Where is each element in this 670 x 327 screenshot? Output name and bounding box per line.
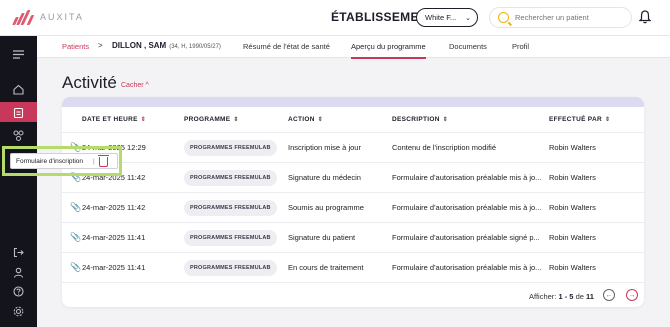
search-icon: [498, 12, 509, 23]
next-page-button[interactable]: →: [626, 289, 638, 301]
patient-meta: (34, H, 1990/05/27): [169, 44, 221, 50]
sidebar-item-network[interactable]: [0, 125, 37, 145]
breadcrumb-separator: >: [98, 41, 103, 50]
sidebar-item-logout[interactable]: [0, 242, 37, 262]
activity-table: DATE ET HEURE ⇕ PROGRAMME ⇕ ACTION ⇕ DESCRI…: [62, 97, 644, 307]
tab-documents[interactable]: Documents: [449, 42, 487, 51]
sidebar-item-profile[interactable]: [0, 262, 37, 282]
sort-icon: ⇕: [233, 116, 239, 123]
sidebar-item-home[interactable]: [0, 79, 37, 99]
clipboard-icon: [13, 107, 24, 118]
sort-icon: ⇕: [317, 116, 324, 123]
cell-action: Signature du patient: [288, 233, 356, 242]
column-header-description[interactable]: DESCRIPTION ⇕: [392, 116, 448, 123]
menu-icon: [13, 49, 24, 59]
sort-icon: ⇕: [140, 116, 147, 123]
pagination-info: Afficher: 1 - 5 de 11: [529, 292, 594, 301]
table-row[interactable]: 📎 24-mar-2025 11:42 PROGRAMMES FREEMULAB…: [62, 162, 644, 192]
chevron-down-icon: ⌄: [465, 14, 471, 22]
breadcrumb-patient-name: DILLON , SAM (34, H, 1990/05/27): [112, 41, 221, 50]
sort-icon: ⇕: [604, 116, 611, 123]
app-logo[interactable]: AUXITA: [12, 9, 84, 25]
paperclip-icon[interactable]: 📎: [70, 202, 81, 213]
top-bar: AUXITA ÉTABLISSEMENT White F... ⌄: [0, 0, 670, 36]
sidebar: [0, 36, 37, 327]
cell-performed-by: Robin Walters: [549, 203, 596, 212]
cell-description: Formulaire d'autorisation préalable mis …: [392, 173, 542, 182]
cell-performed-by: Robin Walters: [549, 233, 596, 242]
column-header-date[interactable]: DATE ET HEURE ⇕: [82, 116, 146, 123]
logo-mark-icon: [12, 9, 35, 25]
cell-date: 24-mar-2025 11:41: [82, 263, 146, 272]
table-row[interactable]: 📎 24-mar-2025 11:41 PROGRAMMES FREEMULAB…: [62, 252, 644, 282]
sub-navigation: Patients > DILLON , SAM (34, H, 1990/05/2…: [37, 36, 670, 59]
previous-page-button[interactable]: ←: [603, 289, 615, 301]
menu-toggle-button[interactable]: [0, 44, 37, 64]
tooltip-separator: |: [93, 157, 95, 165]
table-footer: Afficher: 1 - 5 de 11 ← →: [62, 282, 644, 307]
tab-health-summary[interactable]: Résumé de l'état de santé: [243, 42, 330, 51]
tab-program-overview[interactable]: Aperçu du programme: [351, 42, 426, 59]
cell-action: Soumis au programme: [288, 203, 364, 212]
cell-action: En cours de traitement: [288, 263, 364, 272]
cell-performed-by: Robin Walters: [549, 143, 596, 152]
user-icon: [13, 267, 24, 278]
search-input[interactable]: [515, 13, 623, 22]
breadcrumb-patients-link[interactable]: Patients: [62, 42, 89, 51]
table-row[interactable]: 📎 24-mar-2025 11:42 PROGRAMMES FREEMULAB…: [62, 192, 644, 222]
logout-icon: [13, 247, 24, 257]
settings-icon: [13, 306, 24, 316]
column-header-program[interactable]: PROGRAMME ⇕: [184, 116, 239, 123]
tab-profile[interactable]: Profil: [512, 42, 529, 51]
patient-search[interactable]: [489, 7, 632, 28]
attachment-tooltip: Formulaire d'inscription |: [2, 146, 122, 176]
cell-description: Formulaire d'autorisation préalable sign…: [392, 233, 540, 242]
attachment-name[interactable]: Formulaire d'inscription: [16, 158, 83, 165]
cell-performed-by: Robin Walters: [549, 263, 596, 272]
card-header-strip: [62, 97, 644, 107]
cell-action: Inscription mise à jour: [288, 143, 361, 152]
cell-description: Formulaire d'autorisation préalable mis …: [392, 203, 542, 212]
program-badge: PROGRAMMES FREEMULAB: [184, 170, 277, 186]
sort-icon: ⇕: [442, 116, 449, 123]
trash-icon[interactable]: [97, 155, 109, 167]
program-badge: PROGRAMMES FREEMULAB: [184, 260, 277, 276]
sidebar-item-help[interactable]: [0, 281, 37, 301]
paperclip-icon[interactable]: 📎: [70, 232, 81, 243]
etablissement-value: White F...: [425, 13, 457, 22]
sidebar-item-patients[interactable]: [0, 102, 37, 122]
sidebar-item-settings[interactable]: [0, 301, 37, 321]
cell-date: 24-mar-2025 11:41: [82, 233, 146, 242]
logo-text: AUXITA: [40, 12, 84, 22]
cell-description: Formulaire d'autorisation préalable mis …: [392, 263, 542, 272]
help-icon: [13, 285, 24, 297]
attachment-popup: Formulaire d'inscription |: [10, 153, 118, 169]
etablissement-select[interactable]: White F... ⌄: [416, 8, 478, 27]
home-icon: [13, 84, 24, 95]
program-badge: PROGRAMMES FREEMULAB: [184, 230, 277, 246]
network-icon: [13, 130, 24, 141]
program-badge: PROGRAMMES FREEMULAB: [184, 140, 277, 156]
bell-icon[interactable]: [639, 10, 651, 24]
cell-date: 24-mar-2025 11:42: [82, 203, 146, 212]
cell-performed-by: Robin Walters: [549, 173, 596, 182]
column-header-action[interactable]: ACTION ⇕: [288, 116, 323, 123]
cell-description: Contenu de l'inscription modifié: [392, 143, 496, 152]
table-row[interactable]: 📎 24-mar-2025 11:41 PROGRAMMES FREEMULAB…: [62, 222, 644, 252]
paperclip-icon[interactable]: 📎: [70, 262, 81, 273]
program-badge: PROGRAMMES FREEMULAB: [184, 200, 277, 216]
table-row[interactable]: 📎 24-mar-2025 12:29 PROGRAMMES FREEMULAB…: [62, 132, 644, 162]
column-header-performed-by[interactable]: EFFECTUÉ PAR ⇕: [549, 116, 610, 123]
page-title: Activité: [62, 73, 117, 92]
hide-toggle-link[interactable]: Cacher ^: [121, 82, 149, 89]
cell-action: Signature du médecin: [288, 173, 361, 182]
